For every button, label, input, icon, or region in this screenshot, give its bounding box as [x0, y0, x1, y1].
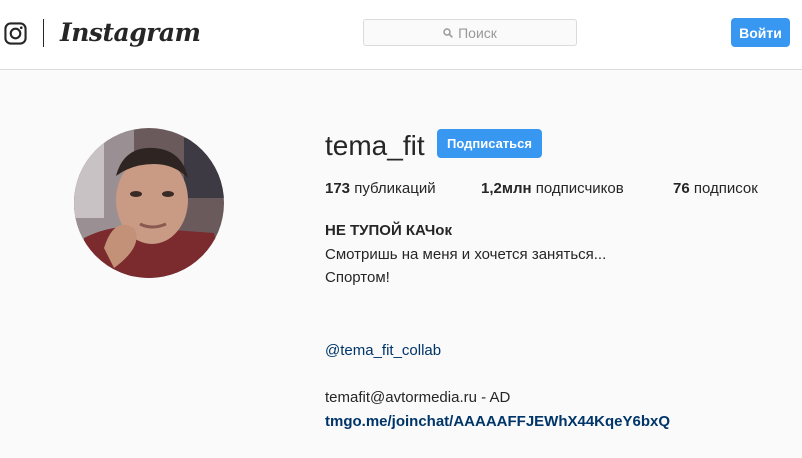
posts-count: 173 — [325, 180, 351, 197]
search-icon — [443, 27, 453, 38]
following-label: подписок — [693, 180, 758, 197]
following-count: 76 — [673, 180, 690, 197]
followers-stat[interactable]: 1,2млн подписчиков — [481, 180, 624, 198]
logo-divider — [43, 19, 44, 47]
bio-full-name: НЕ ТУПОЙ КАЧок — [325, 222, 452, 239]
posts-stat: 173 публикаций — [325, 180, 436, 198]
bio-website-link[interactable]: tmgo.me/joinchat/AAAAAFFJEWhX44KqeY6bxQ — [325, 413, 670, 431]
following-stat[interactable]: 76 подписок — [673, 180, 758, 198]
bio-text-line: Спортом! — [325, 269, 390, 286]
posts-label: публикаций — [354, 180, 436, 197]
search-input[interactable]: Поиск — [363, 19, 577, 46]
login-button[interactable]: Войти — [731, 18, 790, 47]
follow-button[interactable]: Подписаться — [437, 129, 542, 158]
followers-label: подписчиков — [535, 180, 624, 197]
search-placeholder: Поиск — [458, 24, 497, 41]
instagram-glyph-icon[interactable] — [4, 22, 27, 45]
profile-avatar — [74, 128, 224, 278]
bio-mention-link[interactable]: @tema_fit_collab — [325, 342, 441, 360]
profile-username: tema_fit — [325, 130, 425, 161]
followers-count: 1,2млн — [481, 180, 532, 197]
instagram-wordmark-logo[interactable]: Instagram — [60, 15, 201, 51]
bio-email-text: temafit@avtormedia.ru - AD — [325, 389, 511, 406]
bio-text-line: Смотришь на меня и хочется заняться... — [325, 246, 607, 263]
top-nav-bar: Instagram Поиск Войти — [0, 0, 802, 70]
